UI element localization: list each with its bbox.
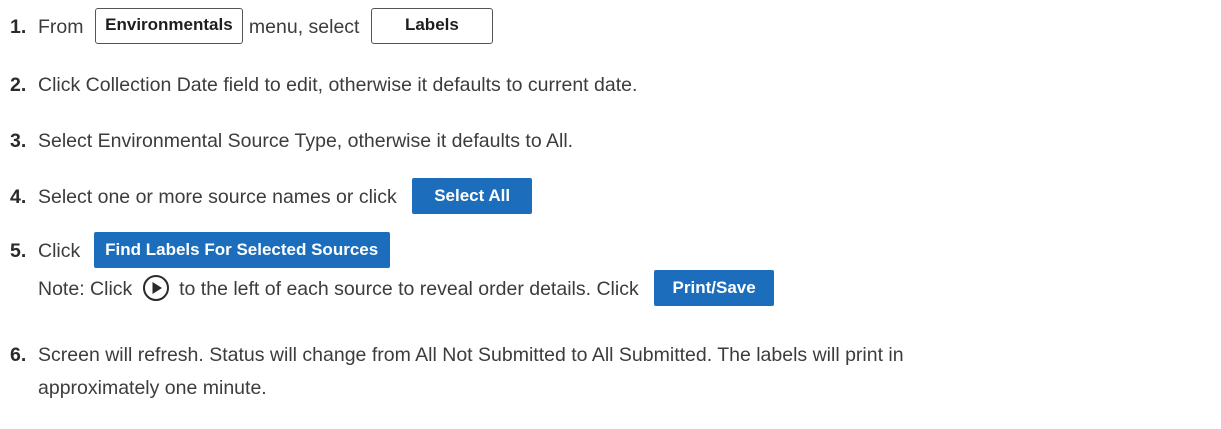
step-4: 4. Select one or more source names or cli… (10, 178, 533, 216)
select-all-button[interactable]: Select All (412, 178, 533, 214)
step-number: 6. (10, 344, 27, 366)
step-3: 3. Select Environmental Source Type, othe… (10, 127, 573, 155)
step-text: approximately one minute. (38, 377, 267, 399)
step-number: 3. (10, 130, 27, 152)
step-text: Select one or more source names or click (38, 186, 397, 209)
environmentals-menu-button[interactable]: Environmentals (94, 8, 243, 44)
step-number: 5. (10, 240, 27, 263)
step-number: 4. (10, 186, 27, 209)
note-text: to the left of each source to reveal ord… (179, 278, 639, 301)
step-number: 1. (10, 16, 27, 39)
step-6: 6. Screen will refresh. Status will chang… (10, 341, 904, 369)
step-5: 5. Click Find Labels For Selected Sources (10, 232, 390, 270)
find-labels-button[interactable]: Find Labels For Selected Sources (93, 232, 390, 268)
step-text: Select Environmental Source Type, otherw… (38, 130, 574, 152)
labels-menu-button[interactable]: Labels (370, 8, 493, 44)
step-text: Click (38, 240, 81, 263)
step-text: Screen will refresh. Status will change … (38, 344, 904, 366)
step-number: 2. (10, 74, 27, 96)
print-save-button[interactable]: Print/Save (654, 270, 775, 306)
step-5-note: Note: Click to the left of each source t… (10, 270, 775, 308)
step-text: menu, select (248, 16, 360, 39)
step-6-continued: approximately one minute. (10, 374, 267, 402)
step-1: 1. From Environmentals menu, select Labels (10, 8, 493, 46)
step-text: Click Collection Date field to edit, oth… (38, 74, 638, 96)
step-2: 2. Click Collection Date field to edit, o… (10, 71, 637, 99)
note-text: Note: Click (38, 278, 133, 301)
step-text: From (38, 16, 84, 39)
play-circle-icon (142, 275, 169, 301)
